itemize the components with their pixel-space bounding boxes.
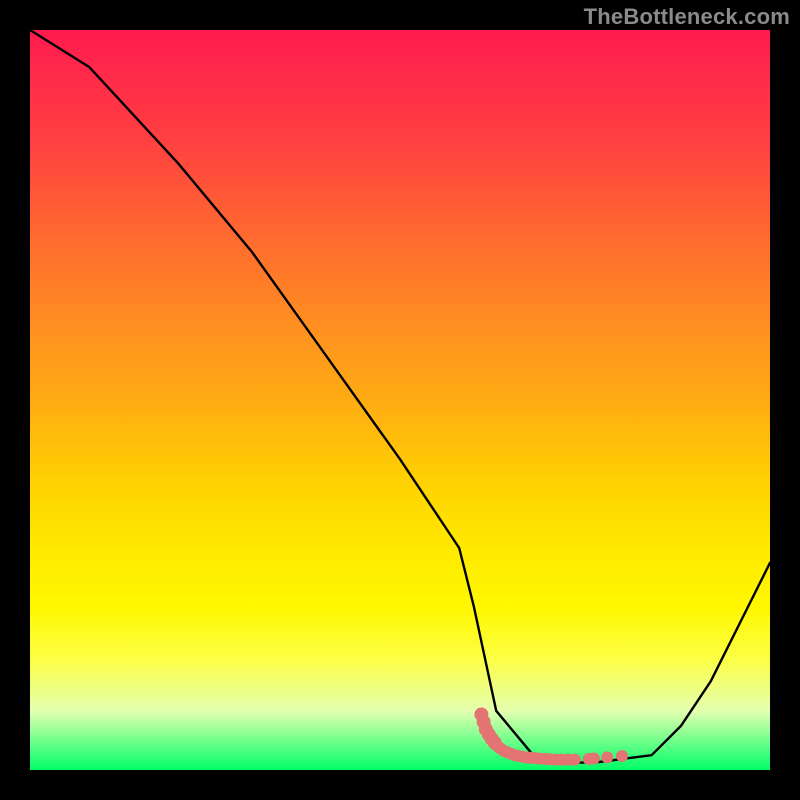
marker-dot [588, 753, 600, 765]
marker-dot [549, 754, 561, 766]
marker-dot [543, 753, 555, 765]
marker-dot [495, 743, 507, 755]
marker-dot [569, 754, 581, 766]
marker-dot [492, 740, 504, 752]
marker-dot [529, 752, 541, 764]
marker-cluster [474, 708, 628, 766]
curve-path [30, 30, 770, 763]
marker-dot [520, 751, 532, 763]
marker-dot [538, 753, 550, 765]
marker-dot [474, 708, 488, 722]
watermark-text: TheBottleneck.com [584, 4, 790, 30]
marker-dot [501, 746, 513, 758]
marker-dot [512, 750, 524, 762]
marker-dot [485, 732, 499, 746]
marker-dot [601, 751, 613, 763]
plot-area [30, 30, 770, 770]
marker-dot [533, 753, 545, 765]
marker-dot [562, 754, 574, 766]
bottleneck-curve [30, 30, 770, 770]
chart-stage: TheBottleneck.com [0, 0, 800, 800]
marker-dot [488, 736, 502, 750]
marker-dot [583, 753, 595, 765]
marker-dot [509, 749, 521, 761]
marker-dot [516, 751, 528, 763]
marker-dot [555, 754, 567, 766]
marker-dot [477, 715, 491, 729]
marker-dot [524, 752, 536, 764]
marker-dot [505, 748, 517, 760]
marker-dot [616, 750, 628, 762]
marker-dot [498, 745, 510, 757]
marker-dot [479, 722, 493, 736]
marker-dot [482, 727, 496, 741]
